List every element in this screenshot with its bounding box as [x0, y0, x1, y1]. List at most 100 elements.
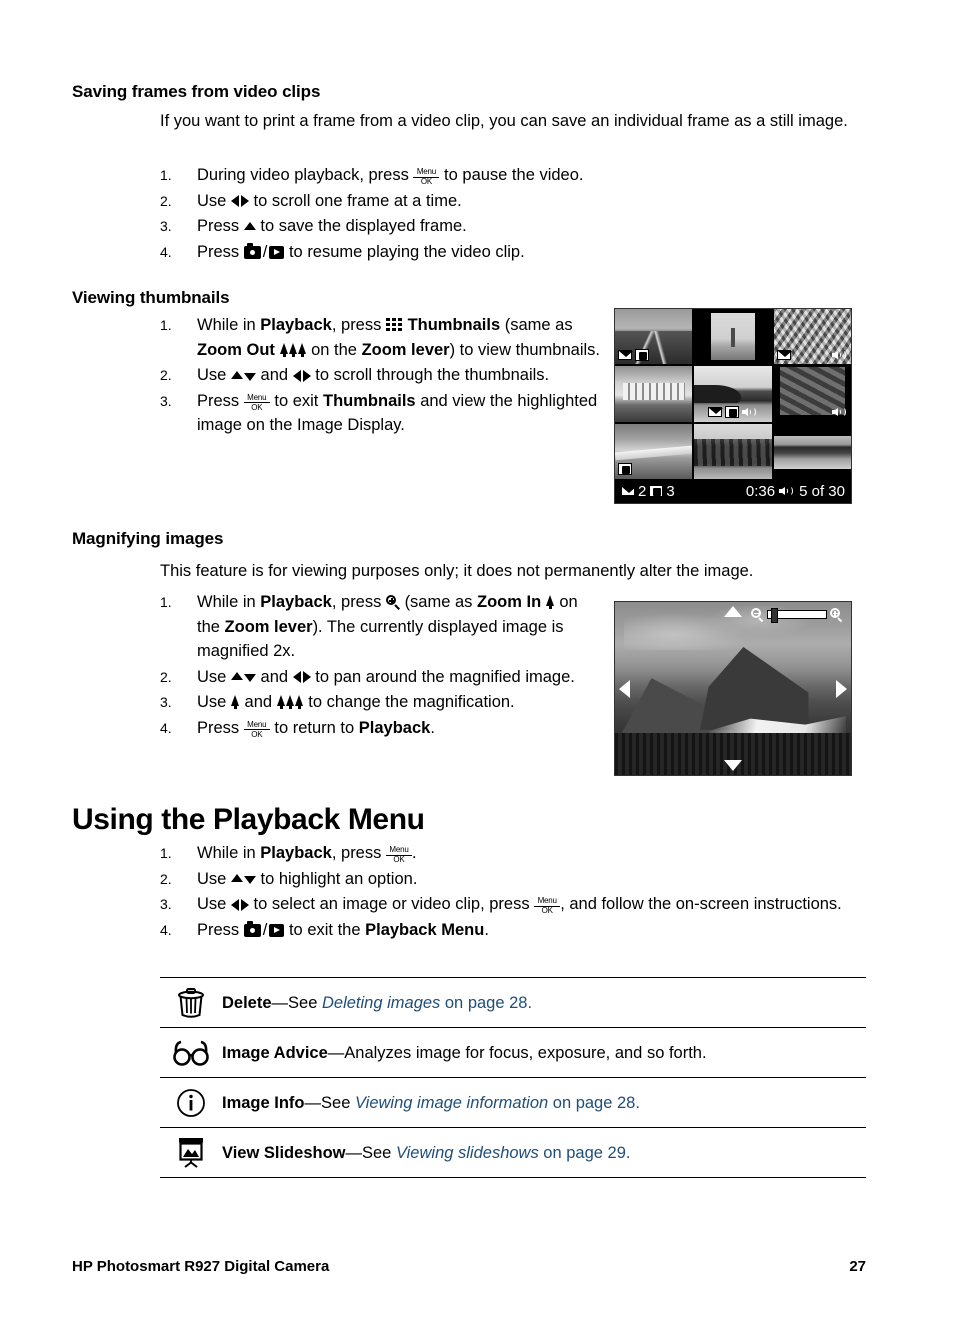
step-number: 3.	[160, 896, 172, 912]
menu-ok-menu-label: Menu	[416, 167, 437, 176]
step-text-a: During video playback, press	[197, 166, 409, 184]
step-text-b: to exit the	[288, 920, 361, 939]
cross-reference-link[interactable]: Deleting images	[322, 994, 440, 1012]
table-row[interactable]: View Slideshow—See Viewing slideshows on…	[160, 1128, 866, 1178]
camera-icon	[243, 920, 261, 937]
thumbnail-grid	[615, 309, 851, 479]
up-arrow-icon	[230, 874, 243, 883]
step-number: 3.	[160, 218, 172, 234]
video-icon	[618, 463, 632, 476]
up-down-arrows-icon	[230, 870, 256, 888]
step-text-e: ) to view thumbnails.	[449, 340, 600, 359]
up-arrow-icon	[243, 221, 256, 230]
step-text-a: Use	[197, 693, 227, 711]
step-number: 4.	[160, 719, 172, 736]
menu-ok-menu-label: Menu	[247, 719, 267, 729]
zoom-out-trees-icon	[276, 695, 304, 709]
left-arrow-icon	[230, 898, 239, 911]
playback-menu-steps: 1. While in Playback, press Menu OK. 2. U…	[160, 841, 866, 943]
zoom-slider-track[interactable]	[767, 608, 827, 623]
step-text-a: Use	[197, 191, 227, 210]
viewing-thumbnails-steps: 1. While in Playback, press Thumbnails (…	[160, 313, 610, 439]
tree-icon	[294, 695, 304, 709]
step-text-c: (same as	[504, 316, 573, 334]
left-right-arrows-icon	[292, 668, 311, 686]
footer-title: HP Photosmart R927 Digital Camera	[72, 1258, 330, 1275]
table-cell: Image Info—See Viewing image information…	[222, 1092, 648, 1114]
slash-separator: /	[262, 920, 268, 939]
info-icon	[160, 1088, 222, 1118]
step-text-c: .	[430, 718, 435, 737]
tree-icon	[279, 342, 289, 357]
thumbnail-overlay	[697, 406, 768, 419]
heading-magnifying-images: Magnifying images	[72, 529, 224, 548]
menu-ok-ok-label: OK	[393, 855, 405, 864]
menu-ok-ok-label: OK	[251, 729, 263, 739]
cross-reference-suffix: on page 28.	[440, 993, 533, 1012]
step-text-a: Press	[197, 217, 240, 235]
magnified-screen-image	[614, 601, 852, 776]
table-row[interactable]: Image Advice—Analyzes image for focus, e…	[160, 1028, 866, 1078]
zoom-out-trees-icon	[279, 342, 307, 357]
step-number: 3.	[160, 694, 172, 710]
thumbnail-overlay	[618, 348, 689, 361]
print-count-icon	[649, 485, 664, 497]
thumbnail-overlay	[777, 406, 848, 419]
step-text-a: While in	[197, 593, 256, 611]
clip-duration: 0:36	[745, 482, 776, 500]
step-number: 1.	[160, 594, 172, 610]
step-text-a: Press	[197, 718, 240, 737]
list-item: 3. Use and to change the magnification.	[160, 690, 600, 715]
menu-ok-menu-label: Menu	[247, 392, 267, 402]
pan-left-arrow-icon	[619, 679, 630, 698]
down-arrow-icon	[243, 674, 256, 683]
down-arrow-icon	[243, 876, 256, 885]
tree-icon	[230, 695, 240, 709]
right-arrow-icon	[240, 898, 249, 911]
audio-icon	[779, 485, 795, 497]
thumbnail-cell	[615, 366, 693, 422]
magnifying-intro: This feature is for viewing purposes onl…	[160, 562, 754, 580]
cross-reference-link[interactable]: Viewing image information	[355, 1094, 548, 1112]
magnifier-plus-icon	[385, 595, 400, 610]
list-item: 4. Press Menu OK to return to Playback.	[160, 716, 600, 741]
email-icon	[776, 349, 792, 360]
zoom-lever-term: Zoom lever	[224, 617, 313, 636]
menu-ok-menu-label: Menu	[389, 845, 409, 854]
tree-icon	[297, 342, 307, 357]
menu-ok-ok-label: OK	[251, 402, 263, 412]
thumbnail-cell	[773, 423, 851, 479]
zoom-slider[interactable]	[751, 608, 843, 623]
right-arrow-icon	[302, 671, 311, 684]
saving-frames-intro: If you want to print a frame from a vide…	[160, 112, 848, 130]
playback-icon	[269, 923, 285, 937]
step-number: 1.	[160, 167, 172, 183]
cross-reference-link[interactable]: Viewing slideshows	[396, 1144, 539, 1162]
up-down-arrows-icon	[230, 366, 256, 384]
menu-ok-icon: Menu OK	[385, 845, 412, 864]
step-text-and: and	[244, 693, 273, 711]
down-arrow-icon	[243, 372, 256, 381]
table-row[interactable]: Image Info—See Viewing image information…	[160, 1078, 866, 1128]
list-item: 4. Press / to resume playing the video c…	[160, 240, 866, 265]
playback-menu-options-table: Delete—See Deleting images on page 28. I…	[160, 977, 866, 1178]
step-number: 2.	[160, 668, 172, 685]
table-row[interactable]: Delete—See Deleting images on page 28.	[160, 978, 866, 1028]
step-number: 1.	[160, 845, 172, 861]
tree-icon	[545, 595, 555, 609]
tree-icon	[288, 342, 298, 357]
print-icon	[635, 348, 649, 361]
thumbnail-cell	[694, 423, 772, 479]
option-dash: —Analyzes image for focus, exposure, and…	[327, 1043, 707, 1062]
step-number: 1.	[160, 317, 172, 333]
option-label: Image Advice	[222, 1043, 328, 1062]
audio-icon	[832, 406, 848, 418]
thumbnail-cell-selected	[694, 366, 772, 422]
table-cell: Delete—See Deleting images on page 28.	[222, 992, 540, 1014]
zoom-slider-thumb[interactable]	[771, 608, 778, 623]
step-text-b: to pause the video.	[444, 166, 584, 184]
camera-icon	[243, 242, 261, 259]
thumbnails-term: Thumbnails	[323, 391, 416, 410]
left-arrow-icon	[292, 369, 301, 382]
list-item: 3. Use to select an image or video clip,…	[160, 892, 866, 917]
